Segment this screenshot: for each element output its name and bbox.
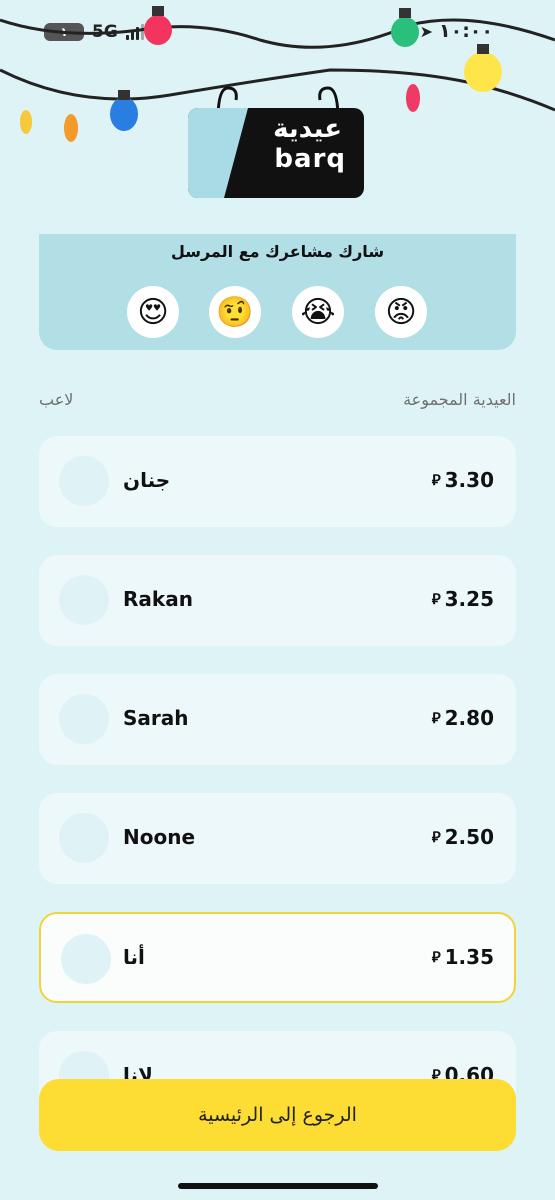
angry-face-icon[interactable]: 😡 [375, 286, 427, 338]
player-amount: ⃁ 1.35 [432, 945, 494, 969]
avatar [61, 934, 111, 984]
heart-eyes-face-icon[interactable]: 😍 [127, 286, 179, 338]
logo-arabic-text: عيدية [273, 114, 342, 144]
home-indicator[interactable] [178, 1183, 378, 1189]
player-amount: ⃁ 2.80 [432, 706, 494, 730]
back-to-home-button[interactable]: الرجوع إلى الرئيسية [39, 1079, 516, 1151]
currency-icon: ⃁ [431, 589, 441, 608]
currency-icon: ⃁ [431, 827, 441, 846]
avatar [59, 575, 109, 625]
slingshot-icon [188, 108, 248, 198]
amount-value: 3.25 [444, 587, 494, 611]
amount-value: 2.80 [444, 706, 494, 730]
player-name: أنا [123, 945, 145, 969]
avatar [59, 456, 109, 506]
logo-card: عيدية barq [188, 108, 364, 198]
amount-column-header: العيدية المجموعة [403, 390, 516, 409]
player-amount: ⃁ 2.50 [432, 825, 494, 849]
player-name: Rakan [123, 587, 193, 611]
player-amount: ⃁ 3.25 [432, 587, 494, 611]
amount-value: 1.35 [444, 945, 494, 969]
leaderboard-row-current-user: أنا ⃁ 1.35 [39, 912, 516, 1003]
leaderboard-row: Noone ⃁ 2.50 [39, 793, 516, 884]
currency-icon: ⃁ [431, 947, 441, 966]
player-name: Sarah [123, 706, 189, 730]
amount-value: 2.50 [444, 825, 494, 849]
player-name: جنان [123, 468, 171, 492]
currency-icon: ⃁ [431, 470, 441, 489]
raised-eyebrow-face-icon[interactable]: 🤨 [209, 286, 261, 338]
currency-icon: ⃁ [431, 708, 441, 727]
emotion-title: شارك مشاعرك مع المرسل [170, 242, 385, 261]
avatar [59, 694, 109, 744]
logo-latin-text: barq [274, 144, 346, 174]
amount-value: 3.30 [444, 468, 494, 492]
crying-face-icon[interactable]: 😭 [292, 286, 344, 338]
leaderboard-row: جنان ⃁ 3.30 [39, 436, 516, 527]
avatar [59, 813, 109, 863]
eidiya-logo: عيدية barq [188, 80, 364, 198]
leaderboard-row: Rakan ⃁ 3.25 [39, 555, 516, 646]
emotion-reaction-panel: شارك مشاعرك مع المرسل 😡 😭 🤨 😍 [39, 234, 516, 350]
leaderboard-row: Sarah ⃁ 2.80 [39, 674, 516, 765]
player-column-header: لاعب [39, 390, 74, 409]
player-amount: ⃁ 3.30 [432, 468, 494, 492]
player-name: Noone [123, 825, 196, 849]
